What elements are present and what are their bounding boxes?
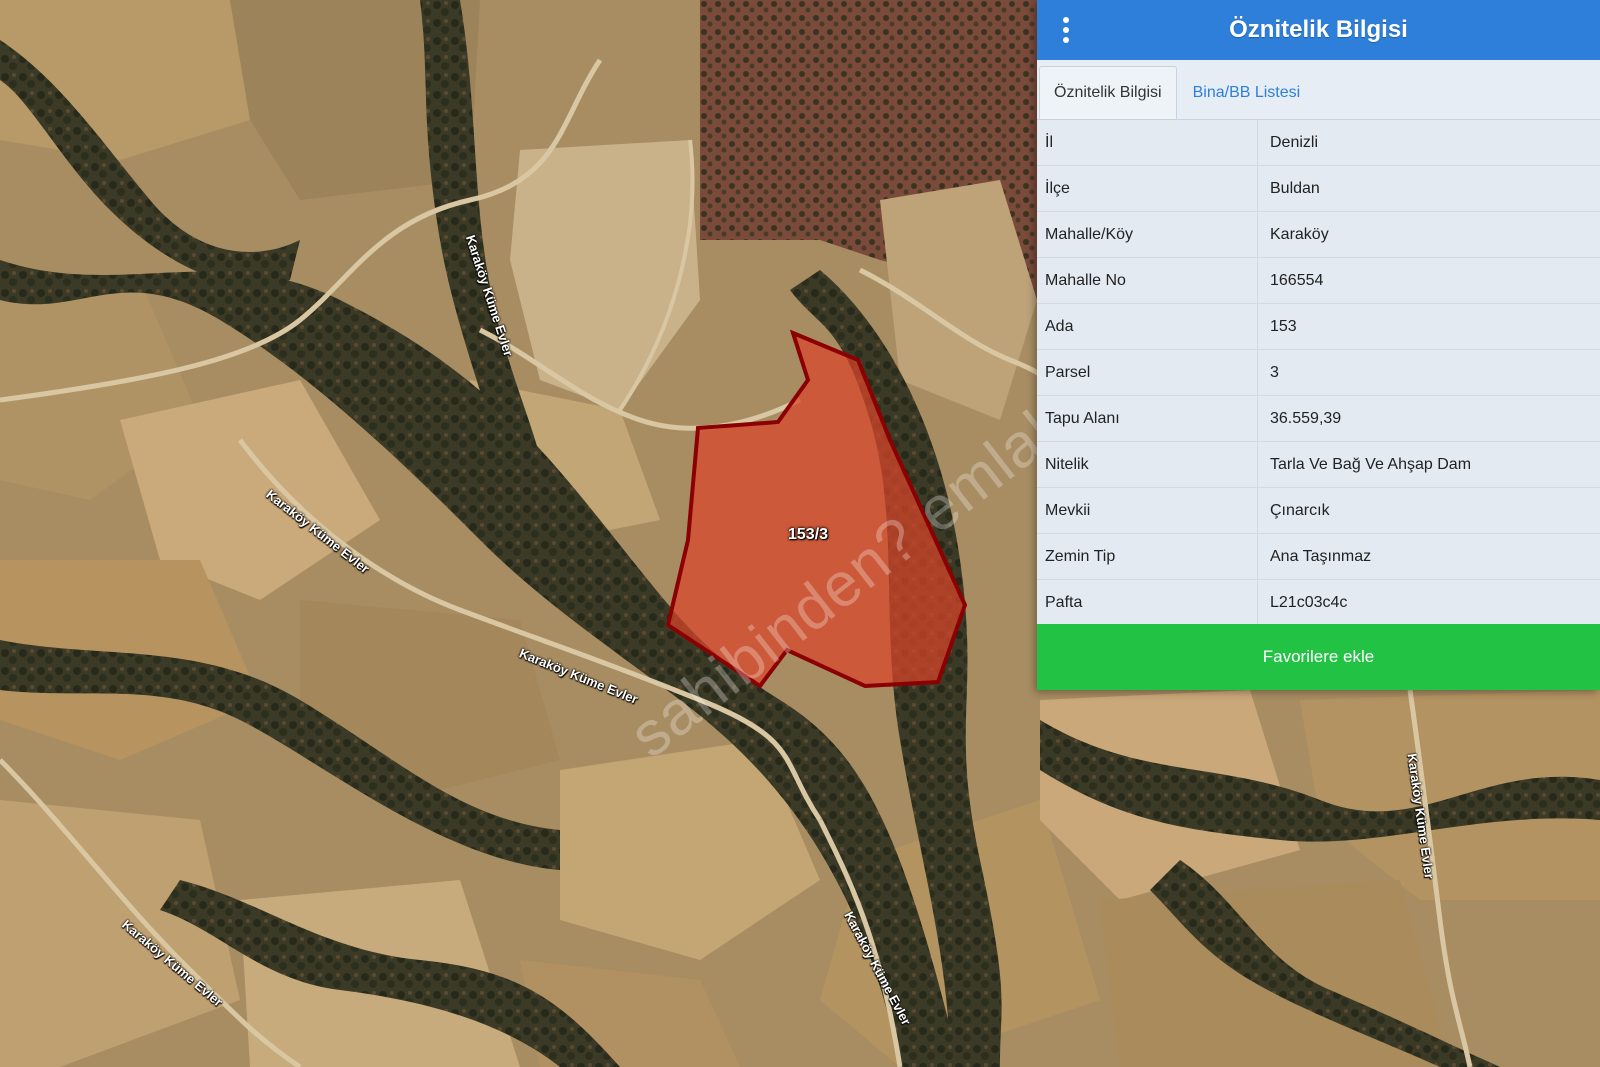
panel-title: Öznitelik Bilgisi bbox=[1229, 16, 1408, 43]
table-row: İl Denizli bbox=[1037, 120, 1600, 166]
attribute-key: Nitelik bbox=[1037, 441, 1258, 488]
attribute-key: Mevkii bbox=[1037, 487, 1258, 534]
table-row: Ada 153 bbox=[1037, 303, 1600, 350]
table-row: Tapu Alanı 36.559,39 bbox=[1037, 395, 1600, 442]
attribute-value: Denizli bbox=[1257, 120, 1600, 166]
attribute-value: Çınarcık bbox=[1257, 487, 1600, 534]
table-row: Mahalle/Köy Karaköy bbox=[1037, 211, 1600, 258]
attribute-value: 3 bbox=[1257, 349, 1600, 396]
panel-header: Öznitelik Bilgisi bbox=[1037, 0, 1600, 60]
attribute-value: Ana Taşınmaz bbox=[1257, 533, 1600, 580]
attribute-value: Tarla Ve Bağ Ve Ahşap Dam bbox=[1257, 441, 1600, 488]
parcel-label: 153/3 bbox=[788, 526, 829, 543]
table-row: Pafta L21c03c4c bbox=[1037, 579, 1600, 626]
attribute-key: İl bbox=[1037, 120, 1258, 166]
attribute-value: Buldan bbox=[1257, 165, 1600, 212]
tab-bar: Öznitelik Bilgisi Bina/BB Listesi bbox=[1037, 60, 1600, 120]
attribute-table: İl Denizli İlçe Buldan Mahalle/Köy Karaköy Mah… bbox=[1037, 120, 1600, 626]
tab-building-list[interactable]: Bina/BB Listesi bbox=[1177, 67, 1315, 119]
table-row: İlçe Buldan bbox=[1037, 165, 1600, 212]
attribute-key: İlçe bbox=[1037, 165, 1258, 212]
attribute-key: Pafta bbox=[1037, 579, 1258, 626]
attribute-panel: Öznitelik Bilgisi Öznitelik Bilgisi Bina… bbox=[1037, 0, 1600, 690]
table-row: Mevkii Çınarcık bbox=[1037, 487, 1600, 534]
attribute-key: Zemin Tip bbox=[1037, 533, 1258, 580]
attribute-key: Parsel bbox=[1037, 349, 1258, 396]
table-row: Nitelik Tarla Ve Bağ Ve Ahşap Dam bbox=[1037, 441, 1600, 488]
attribute-key: Ada bbox=[1037, 303, 1258, 350]
tab-attribute-info[interactable]: Öznitelik Bilgisi bbox=[1039, 66, 1177, 119]
table-row: Mahalle No 166554 bbox=[1037, 257, 1600, 304]
attribute-value: 166554 bbox=[1257, 257, 1600, 304]
attribute-key: Mahalle/Köy bbox=[1037, 211, 1258, 258]
attribute-value: L21c03c4c bbox=[1257, 579, 1600, 626]
table-row: Parsel 3 bbox=[1037, 349, 1600, 396]
attribute-value: Karaköy bbox=[1257, 211, 1600, 258]
add-to-favorites-button[interactable]: Favorilere ekle bbox=[1037, 624, 1600, 690]
attribute-key: Tapu Alanı bbox=[1037, 395, 1258, 442]
attribute-key: Mahalle No bbox=[1037, 257, 1258, 304]
table-row: Zemin Tip Ana Taşınmaz bbox=[1037, 533, 1600, 580]
attribute-value: 153 bbox=[1257, 303, 1600, 350]
more-vertical-icon[interactable] bbox=[1055, 14, 1077, 46]
attribute-value: 36.559,39 bbox=[1257, 395, 1600, 442]
